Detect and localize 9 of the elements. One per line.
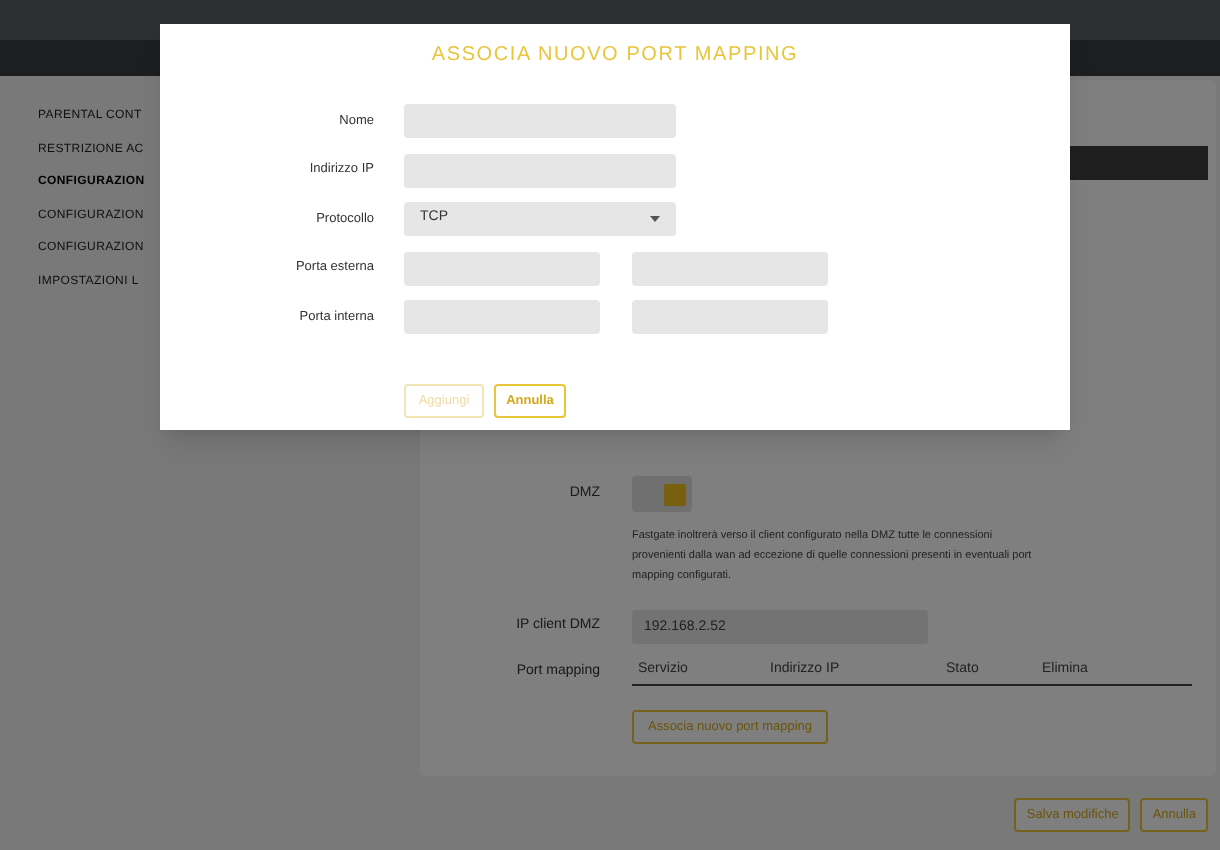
modal-title: ASSOCIA NUOVO PORT MAPPING [429, 42, 801, 70]
text-field[interactable] [404, 104, 676, 138]
caret-icon [650, 216, 660, 222]
port-end-field[interactable] [632, 300, 828, 334]
text-field[interactable] [404, 153, 676, 187]
dmz-toggle[interactable] [632, 476, 692, 512]
port-start-field[interactable] [404, 251, 600, 285]
port-start-field[interactable] [404, 300, 600, 334]
port-end-field[interactable] [632, 251, 828, 285]
